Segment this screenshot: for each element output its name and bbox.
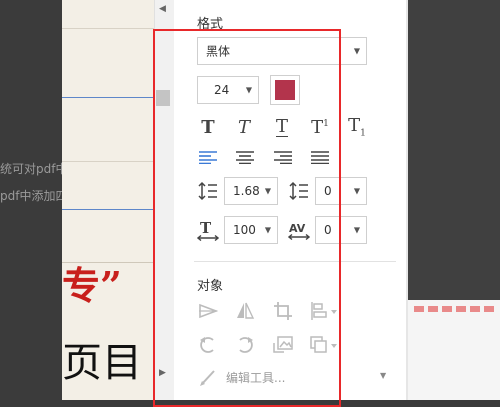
- document-page[interactable]: 专” 页目: [62, 0, 154, 400]
- chevron-left-icon[interactable]: ◀: [159, 4, 166, 14]
- left-background: 统可对pdf中 pdf中添加四: [0, 0, 62, 400]
- subscript-button[interactable]: T1: [344, 114, 370, 140]
- page-decoration: [414, 306, 494, 312]
- subscript-icon: T1: [348, 115, 366, 139]
- page-rule: [62, 28, 154, 29]
- selected-textbox[interactable]: [62, 97, 154, 210]
- chevron-down-icon[interactable]: ▼: [380, 371, 386, 380]
- chevron-down-icon: ▼: [353, 46, 360, 56]
- highlight-annotation-box: [153, 29, 341, 407]
- right-document-page: [408, 300, 500, 400]
- chevron-down-icon: ▼: [353, 225, 360, 235]
- red-heading-text: 专”: [62, 263, 122, 308]
- left-snippet-1: 统可对pdf中: [0, 162, 62, 176]
- left-snippet-2: pdf中添加四: [0, 189, 62, 203]
- black-heading-text: 页目: [62, 340, 142, 386]
- chevron-down-icon: ▼: [353, 186, 360, 196]
